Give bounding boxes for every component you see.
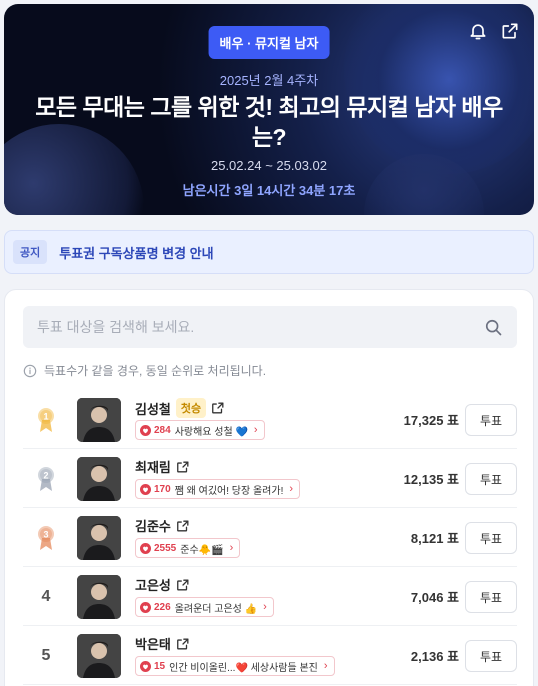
cheer-message[interactable]: 226 올려운더 고은성 👍 › bbox=[135, 597, 274, 617]
vote-period: 25.02.24 ~ 25.03.02 bbox=[210, 158, 328, 173]
chevron-right-icon: › bbox=[263, 601, 267, 613]
rank-cell: 1 bbox=[31, 390, 61, 449]
notice-tag: 공지 bbox=[13, 240, 48, 264]
rank-medal-icon: 3 bbox=[38, 525, 54, 550]
heart-icon bbox=[140, 424, 151, 436]
cheer-message[interactable]: 284 사랑해요 성철 💙 › bbox=[135, 420, 265, 440]
vote-count: 7,046 표 bbox=[410, 590, 459, 605]
vote-button[interactable]: 투표 bbox=[465, 463, 517, 495]
rank-number: 2 bbox=[43, 470, 48, 480]
vote-count: 8,121 표 bbox=[410, 531, 459, 546]
candidate-row[interactable]: 5 박은태 15 인간 비이올린...❤️ 세상사람들 본진 › 2,136 표… bbox=[23, 626, 517, 685]
search-icon[interactable] bbox=[483, 317, 503, 337]
candidate-row[interactable]: 2 최재림 170 쨈 왜 여깄어! 당장 올려가! › 12,135 표 투표 bbox=[23, 449, 517, 508]
vote-button[interactable]: 투표 bbox=[465, 581, 517, 613]
vote-count: 12,135 표 bbox=[403, 472, 459, 487]
cheer-message[interactable]: 15 인간 비이올린...❤️ 세상사람들 본진 › bbox=[135, 656, 335, 676]
rank-number: 1 bbox=[43, 411, 48, 421]
candidate-name[interactable]: 고은성 bbox=[135, 575, 171, 594]
info-icon bbox=[23, 364, 37, 378]
rank-number: 4 bbox=[41, 587, 51, 605]
cheer-count: 170 bbox=[154, 483, 171, 495]
notice-text[interactable]: 투표권 구독상품명 변경 안내 bbox=[59, 243, 213, 262]
remaining-time: 남은시간 3일 14시간 34분 17초 bbox=[182, 183, 356, 198]
rank-medal-icon: 2 bbox=[38, 466, 54, 491]
candidate-name[interactable]: 김준수 bbox=[135, 516, 171, 535]
notice-banner[interactable]: 공지 투표권 구독상품명 변경 안내 bbox=[4, 230, 534, 274]
vote-count: 2,136 표 bbox=[410, 649, 459, 664]
vote-count: 17,325 표 bbox=[403, 413, 459, 428]
bell-icon[interactable] bbox=[468, 21, 488, 41]
heart-icon bbox=[140, 542, 151, 554]
heart-icon bbox=[140, 660, 151, 672]
avatar bbox=[77, 575, 121, 619]
vote-button[interactable]: 투표 bbox=[465, 404, 517, 436]
avatar bbox=[77, 516, 121, 560]
candidate-name[interactable]: 최재림 bbox=[135, 457, 171, 476]
chevron-right-icon: › bbox=[229, 542, 234, 554]
vote-button[interactable]: 투표 bbox=[465, 640, 517, 672]
heart-icon bbox=[140, 601, 151, 613]
info-text: 득표수가 같을 경우, 동일 순위로 처리됩니다. bbox=[44, 364, 267, 378]
hero-banner: 배우 · 뮤지컬 남자 2025년 2월 4주차 모든 무대는 그를 위한 것!… bbox=[4, 4, 534, 215]
avatar bbox=[77, 634, 121, 678]
cheer-text: 준수🐥🎬 bbox=[180, 544, 224, 556]
share-icon[interactable] bbox=[500, 21, 520, 41]
chevron-right-icon: › bbox=[323, 660, 328, 672]
candidate-name[interactable]: 김성철 bbox=[135, 399, 171, 418]
external-link-icon[interactable] bbox=[176, 460, 190, 474]
week-label: 2025년 2월 4주차 bbox=[219, 73, 319, 88]
cheer-text: 쨈 왜 여깄어! 당장 올려가! bbox=[174, 485, 284, 497]
cheer-count: 15 bbox=[154, 660, 166, 672]
rank-number: 5 bbox=[41, 646, 51, 664]
chevron-right-icon: › bbox=[253, 424, 258, 436]
ranking-panel: 득표수가 같을 경우, 동일 순위로 처리됩니다. 1 김성철 첫승 284 bbox=[4, 289, 534, 686]
info-notice: 득표수가 같을 경우, 동일 순위로 처리됩니다. bbox=[23, 362, 266, 379]
search-bar[interactable] bbox=[23, 306, 517, 348]
external-link-icon[interactable] bbox=[211, 401, 225, 415]
avatar bbox=[77, 457, 121, 501]
cheer-message[interactable]: 2555 준수🐥🎬 › bbox=[135, 538, 241, 558]
cheer-count: 2555 bbox=[154, 542, 177, 554]
first-win-badge: 첫승 bbox=[175, 398, 207, 418]
rank-cell: 5 bbox=[31, 626, 61, 685]
cheer-text: 올려운더 고은성 👍 bbox=[174, 603, 258, 615]
rank-cell: 4 bbox=[31, 567, 61, 626]
heart-icon bbox=[140, 483, 151, 495]
candidate-row[interactable]: 4 고은성 226 올려운더 고은성 👍 › 7,046 표 투표 bbox=[23, 567, 517, 626]
cheer-count: 226 bbox=[154, 601, 171, 613]
vote-button[interactable]: 투표 bbox=[465, 522, 517, 554]
rank-cell: 2 bbox=[31, 449, 61, 508]
cheer-text: 사랑해요 성철 💙 bbox=[174, 426, 248, 438]
external-link-icon[interactable] bbox=[176, 578, 190, 592]
candidate-name[interactable]: 박은태 bbox=[135, 634, 171, 653]
page-title: 모든 무대는 그를 위한 것! 최고의 뮤지컬 남자 배우는? bbox=[35, 94, 503, 150]
cheer-text: 인간 비이올린...❤️ 세상사람들 본진 bbox=[169, 662, 318, 674]
rank-number: 3 bbox=[43, 529, 48, 539]
external-link-icon[interactable] bbox=[176, 519, 190, 533]
avatar bbox=[77, 398, 121, 442]
category-badge: 배우 · 뮤지컬 남자 bbox=[208, 26, 330, 59]
cheer-message[interactable]: 170 쨈 왜 여깄어! 당장 올려가! › bbox=[135, 479, 301, 499]
candidate-row[interactable]: 3 김준수 2555 준수🐥🎬 › 8,121 표 투표 bbox=[23, 508, 517, 567]
candidate-list: 1 김성철 첫승 284 사랑해요 성철 💙 › 17,325 표 투표 2 최… bbox=[23, 390, 517, 685]
chevron-right-icon: › bbox=[289, 483, 294, 495]
candidate-row[interactable]: 1 김성철 첫승 284 사랑해요 성철 💙 › 17,325 표 투표 bbox=[23, 390, 517, 449]
rank-medal-icon: 1 bbox=[38, 407, 54, 432]
external-link-icon[interactable] bbox=[176, 637, 190, 651]
search-input[interactable] bbox=[37, 319, 483, 335]
cheer-count: 284 bbox=[154, 424, 171, 436]
rank-cell: 3 bbox=[31, 508, 61, 567]
